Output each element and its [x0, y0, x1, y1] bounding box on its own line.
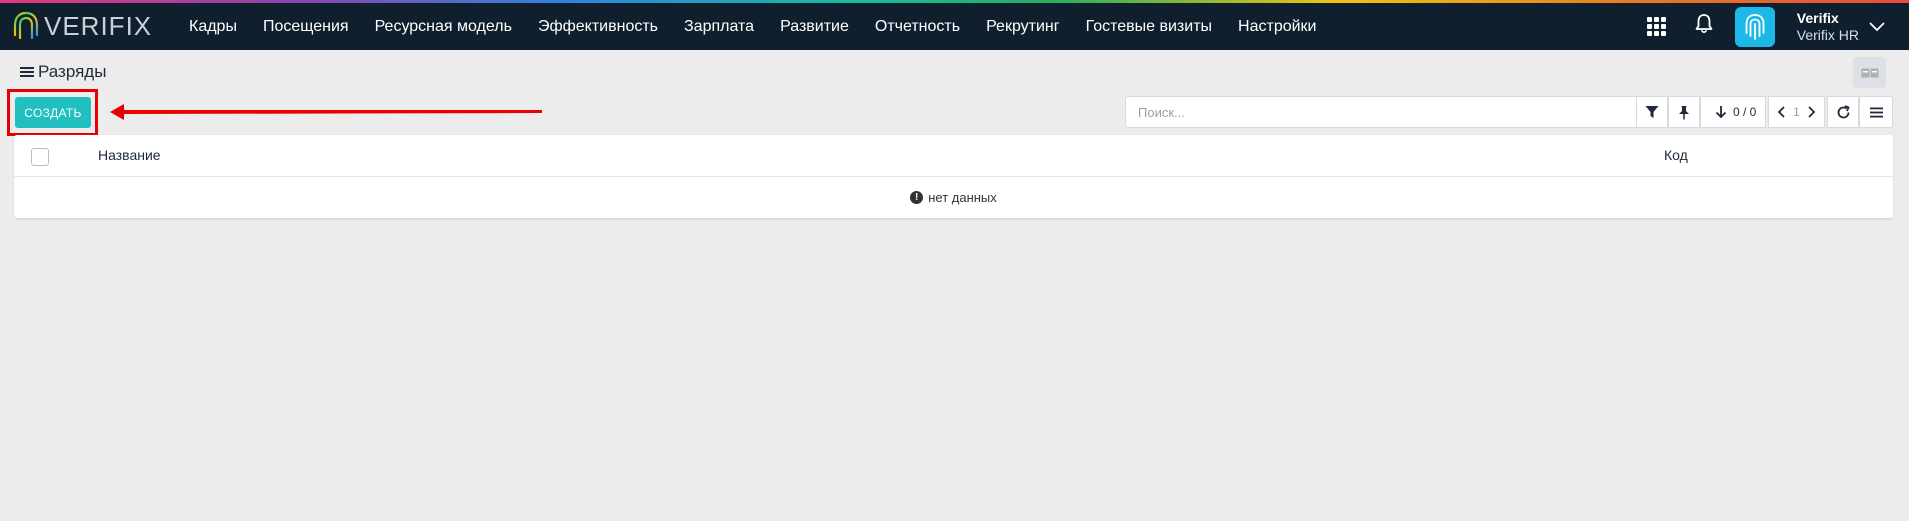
bell-icon[interactable] — [1695, 14, 1713, 39]
pager: 1 — [1768, 96, 1825, 128]
app-logo[interactable]: VERIFIX — [12, 10, 162, 44]
menu-item-salary[interactable]: Зарплата — [671, 18, 767, 36]
layout-toggle-button[interactable] — [1853, 57, 1886, 88]
menu-item-development[interactable]: Развитие — [767, 18, 862, 36]
navbar-right: Verifix Verifix HR — [1646, 3, 1909, 50]
chevron-right-icon[interactable] — [1808, 106, 1816, 118]
chevron-down-icon — [1869, 21, 1885, 31]
highlight-annotation — [7, 89, 98, 136]
filter-button[interactable] — [1636, 96, 1668, 128]
sort-counter[interactable]: 0 / 0 — [1700, 96, 1766, 128]
menu-item-resource-model[interactable]: Ресурсная модель — [362, 18, 525, 36]
column-header-name[interactable]: Название — [98, 147, 161, 163]
fingerprint-logo-icon — [13, 11, 39, 42]
data-table: Название Код ! нет данных — [14, 135, 1893, 218]
avatar[interactable] — [1734, 6, 1775, 47]
refresh-icon — [1837, 104, 1850, 118]
user-menu[interactable]: Verifix Verifix HR — [1797, 10, 1885, 44]
layout-icon — [1861, 68, 1878, 77]
menu-item-efficiency[interactable]: Эффективность — [525, 18, 671, 36]
menu-item-reports[interactable]: Отчетность — [862, 18, 973, 36]
record-count: 0 / 0 — [1733, 105, 1757, 119]
pin-button[interactable] — [1668, 96, 1700, 128]
empty-state: ! нет данных — [14, 177, 1893, 217]
column-header-code[interactable]: Код — [1664, 147, 1688, 163]
menu-item-settings[interactable]: Настройки — [1225, 18, 1329, 36]
hamburger-icon[interactable] — [20, 65, 34, 79]
chevron-left-icon[interactable] — [1777, 106, 1785, 118]
empty-text: нет данных — [928, 189, 997, 205]
table-header: Название Код — [14, 135, 1893, 177]
exclamation-icon: ! — [910, 190, 924, 204]
top-navbar: VERIFIX Кадры Посещения Ресурсная модель… — [0, 3, 1909, 50]
user-name: Verifix — [1796, 9, 1839, 26]
menu-icon — [1869, 107, 1883, 117]
breadcrumb: Разряды — [20, 62, 106, 82]
user-company: Verifix HR — [1796, 26, 1859, 43]
arrow-down-icon — [1715, 106, 1727, 119]
page-number: 1 — [1793, 105, 1800, 119]
logo-text: VERIFIX — [44, 11, 153, 41]
menu-item-guest-visits[interactable]: Гостевые визиты — [1073, 18, 1225, 36]
menu-item-staff[interactable]: Кадры — [176, 18, 250, 36]
pointer-arrow-annotation — [110, 104, 542, 120]
menu-item-attendance[interactable]: Посещения — [250, 18, 362, 36]
main-menu: Кадры Посещения Ресурсная модель Эффекти… — [176, 18, 1329, 36]
refresh-button[interactable] — [1827, 96, 1859, 128]
menu-item-recruiting[interactable]: Рекрутинг — [973, 18, 1073, 36]
filter-icon — [1645, 106, 1659, 118]
select-all-checkbox[interactable] — [31, 148, 49, 166]
page-title: Разряды — [38, 62, 107, 81]
apps-grid-icon[interactable] — [1646, 16, 1667, 37]
fingerprint-icon — [1745, 13, 1765, 40]
search-input[interactable] — [1125, 96, 1637, 128]
pin-icon — [1679, 105, 1689, 119]
list-menu-button[interactable] — [1859, 96, 1893, 128]
